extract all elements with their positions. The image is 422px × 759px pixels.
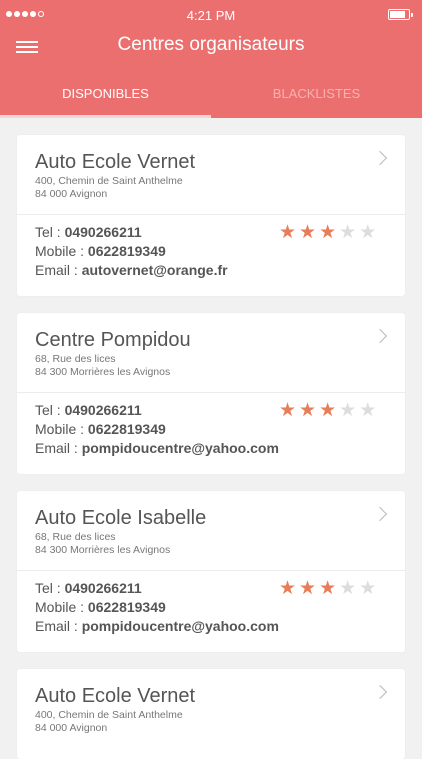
center-address-line2: 84 000 Avignon [35, 188, 108, 200]
chevron-right-icon[interactable] [372, 506, 388, 522]
chevron-right-icon[interactable] [372, 328, 388, 344]
star-filled-icon: ★ [319, 400, 337, 421]
star-empty-icon: ★ [359, 400, 377, 421]
active-tab-indicator [0, 115, 211, 118]
star-empty-icon: ★ [359, 222, 377, 243]
center-name: Auto Ecole Isabelle [35, 507, 207, 529]
center-card-header[interactable]: Auto Ecole Isabelle 68, Rue des lices 84… [17, 491, 405, 571]
center-email[interactable]: Email : pompidoucentre@yahoo.com [35, 440, 279, 456]
app-header: 4:21 PM Centres organisateurs DISPONIBLE… [0, 0, 422, 118]
rating-stars: ★ ★ ★ ★ ★ [279, 579, 376, 598]
center-card[interactable]: Auto Ecole Vernet 400, Chemin de Saint A… [17, 135, 405, 296]
rating-stars: ★ ★ ★ ★ ★ [279, 223, 376, 242]
center-mobile[interactable]: Mobile : 0622819349 [35, 421, 166, 437]
rating-stars: ★ ★ ★ ★ ★ [279, 401, 376, 420]
battery-icon [388, 9, 413, 20]
center-address-line2: 84 300 Morrières les Avignos [35, 366, 171, 378]
status-time: 4:21 PM [186, 8, 236, 23]
center-email[interactable]: Email : autovernet@orange.fr [35, 262, 228, 278]
center-name: Auto Ecole Vernet [35, 685, 196, 707]
star-filled-icon: ★ [299, 400, 317, 421]
tab-disponibles[interactable]: DISPONIBLES [0, 86, 211, 101]
center-card[interactable]: Centre Pompidou 68, Rue des lices 84 300… [17, 313, 405, 474]
center-phone[interactable]: Tel : 0490266211 [35, 224, 142, 240]
center-card[interactable]: Auto Ecole Isabelle 68, Rue des lices 84… [17, 491, 405, 652]
center-card-header[interactable]: Auto Ecole Vernet 400, Chemin de Saint A… [17, 669, 405, 748]
center-card-header[interactable]: Centre Pompidou 68, Rue des lices 84 300… [17, 313, 405, 393]
star-filled-icon: ★ [299, 578, 317, 599]
center-address-line1: 400, Chemin de Saint Anthelme [35, 175, 183, 187]
center-phone[interactable]: Tel : 0490266211 [35, 402, 142, 418]
center-mobile[interactable]: Mobile : 0622819349 [35, 599, 166, 615]
center-name: Centre Pompidou [35, 329, 191, 351]
page-title: Centres organisateurs [117, 34, 305, 55]
center-mobile[interactable]: Mobile : 0622819349 [35, 243, 166, 259]
center-card[interactable]: Auto Ecole Vernet 400, Chemin de Saint A… [17, 669, 405, 759]
chevron-right-icon[interactable] [372, 684, 388, 700]
chevron-right-icon[interactable] [372, 150, 388, 166]
center-card-header[interactable]: Auto Ecole Vernet 400, Chemin de Saint A… [17, 135, 405, 215]
star-empty-icon: ★ [359, 578, 377, 599]
center-address-line1: 400, Chemin de Saint Anthelme [35, 709, 183, 721]
star-empty-icon: ★ [339, 400, 357, 421]
center-address-line1: 68, Rue des lices [35, 353, 116, 365]
star-filled-icon: ★ [279, 222, 297, 243]
star-filled-icon: ★ [279, 400, 297, 421]
center-address-line2: 84 000 Avignon [35, 722, 108, 734]
star-filled-icon: ★ [319, 222, 337, 243]
star-filled-icon: ★ [319, 578, 337, 599]
star-filled-icon: ★ [279, 578, 297, 599]
center-name: Auto Ecole Vernet [35, 151, 196, 173]
star-filled-icon: ★ [299, 222, 317, 243]
status-bar: 4:21 PM [0, 0, 422, 30]
center-address-line1: 68, Rue des lices [35, 531, 116, 543]
center-phone[interactable]: Tel : 0490266211 [35, 580, 142, 596]
center-email[interactable]: Email : pompidoucentre@yahoo.com [35, 618, 279, 634]
star-empty-icon: ★ [339, 222, 357, 243]
center-address-line2: 84 300 Morrières les Avignos [35, 544, 171, 556]
tab-blacklistes[interactable]: BLACKLISTES [211, 86, 422, 101]
star-empty-icon: ★ [339, 578, 357, 599]
